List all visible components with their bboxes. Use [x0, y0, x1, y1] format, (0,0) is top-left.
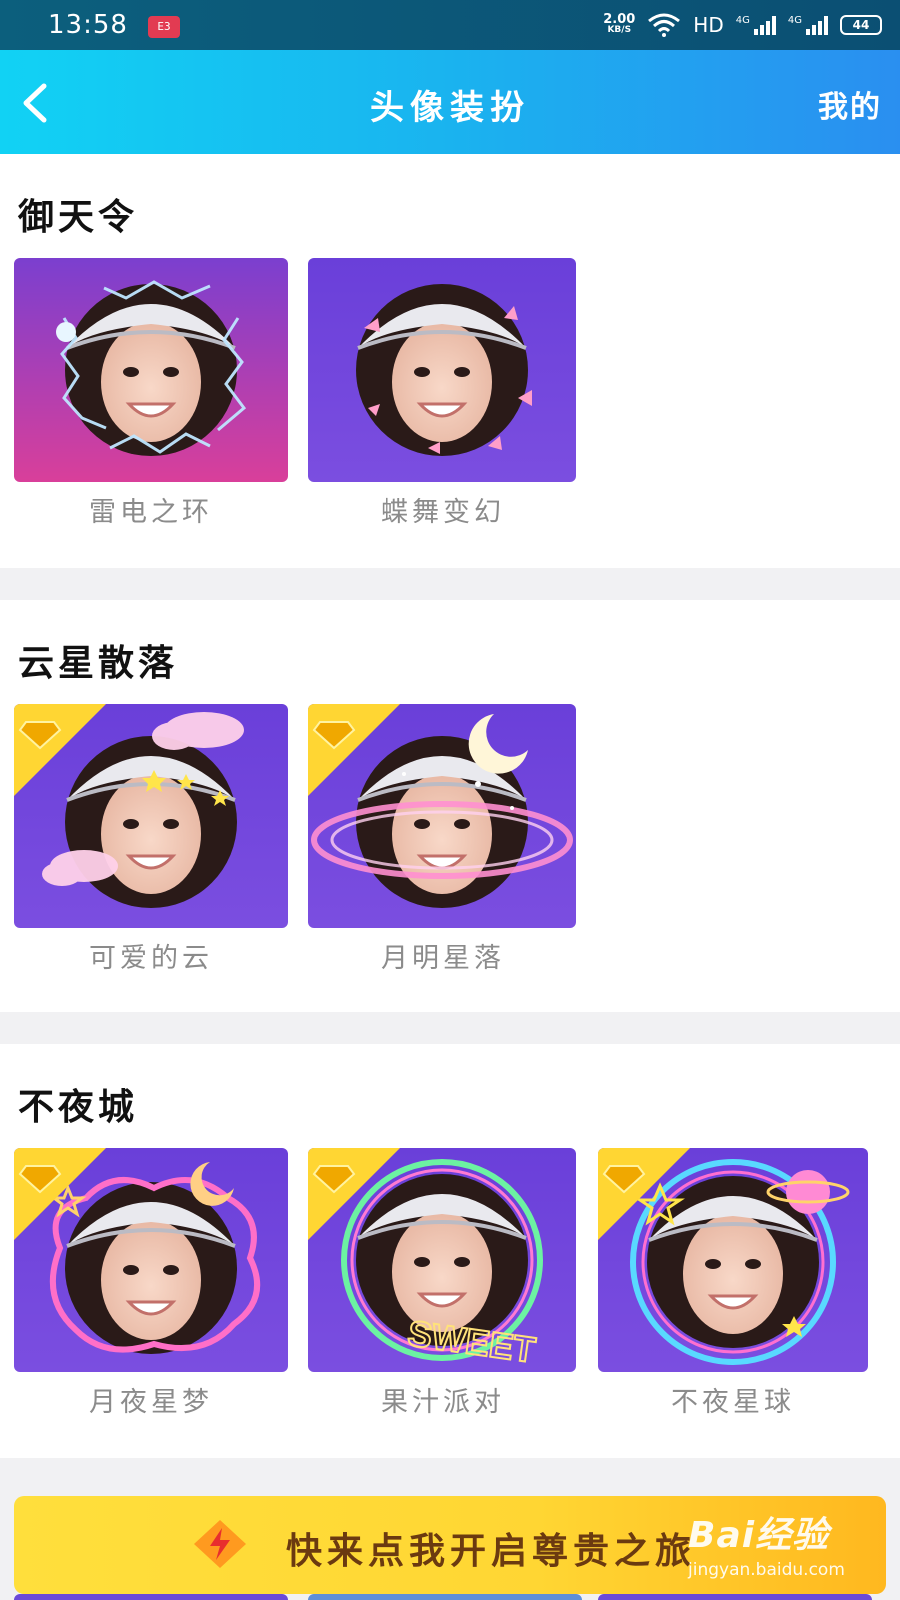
section-buyecheng: 不夜城 月夜星梦 SWEET 果汁派对 不夜星球	[0, 1044, 900, 1458]
page-title: 头像装扮	[370, 88, 530, 128]
wifi-icon	[648, 13, 681, 37]
network-type-label: 4G	[787, 15, 802, 26]
section-yunxingsanluo: 云星散落 可爱的云 月明星落	[0, 600, 900, 1012]
section-title: 云星散落	[18, 643, 179, 684]
next-row-card-peek	[598, 1594, 872, 1600]
network-speed: 2.00 KB/S	[603, 12, 636, 36]
lightning-icon	[194, 1520, 246, 1568]
watermark-sub: jingyan.baidu.com	[688, 1560, 845, 1580]
frame-label: 月明星落	[381, 943, 505, 974]
section-title: 御天令	[18, 197, 139, 238]
avatar-frame-card[interactable]	[14, 1148, 288, 1372]
app-bar: 头像装扮 我的	[0, 50, 900, 154]
avatar-frame-card[interactable]	[14, 258, 288, 482]
next-row-card-peek	[308, 1594, 582, 1600]
frame-label: 可爱的云	[89, 943, 213, 974]
watermark-main: Bai经验	[688, 1515, 830, 1556]
avatar-frame-card[interactable]	[308, 258, 576, 482]
status-time: 13:58	[48, 10, 128, 40]
frame-label: 不夜星球	[671, 1387, 795, 1418]
frame-label: 蝶舞变幻	[381, 497, 505, 528]
section-title: 不夜城	[18, 1087, 139, 1128]
avatar-frame-card[interactable]	[14, 704, 288, 928]
frame-label: 月夜星梦	[89, 1387, 213, 1418]
network-type-label: 4G	[735, 15, 750, 26]
battery-icon: 44	[840, 15, 882, 35]
hd-label: HD	[693, 13, 724, 37]
status-bar: 13:58 E3 2.00 KB/S HD 4G 4G 44	[0, 0, 900, 50]
avatar-frame-card[interactable]	[308, 704, 576, 928]
avatar-frame-card[interactable]: SWEET	[308, 1148, 576, 1372]
speed-unit: KB/S	[607, 25, 632, 35]
frame-label: 果汁派对	[381, 1387, 505, 1418]
next-row-card-peek	[14, 1594, 288, 1600]
screen-record-badge: E3	[148, 16, 180, 38]
section-yutianling: 御天令 雷电之环 蝶舞变幻	[0, 154, 900, 568]
mine-button[interactable]: 我的	[818, 82, 882, 126]
signal-icon: 4G	[788, 15, 828, 35]
frame-label: 雷电之环	[89, 497, 213, 528]
speed-value: 2.00	[603, 12, 636, 27]
avatar-frame-card[interactable]	[598, 1148, 868, 1372]
signal-icon: 4G	[736, 15, 776, 35]
baidu-jingyan-watermark: Bai经验 jingyan.baidu.com	[688, 1506, 888, 1586]
banner-text: 快来点我开启尊贵之旅	[286, 1531, 697, 1572]
